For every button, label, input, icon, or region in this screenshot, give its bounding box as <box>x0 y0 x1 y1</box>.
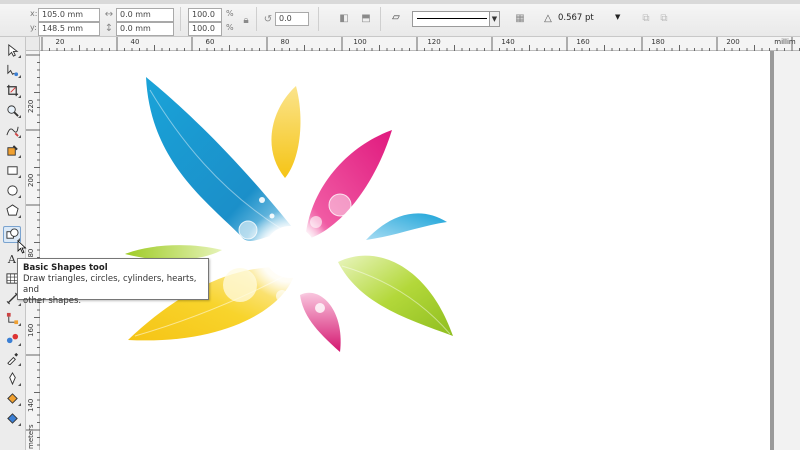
height-icon: ↕ <box>104 23 114 34</box>
ruler-label: 100 <box>353 38 367 46</box>
lock-ratio-icon[interactable]: 🔒︎ <box>240 15 252 27</box>
mirror-horizontal-icon[interactable]: ◧ <box>338 13 350 25</box>
cyan-leaf-small <box>366 213 447 240</box>
smart-fill-icon[interactable] <box>3 142 21 159</box>
mirror-vertical-icon[interactable]: ⬒ <box>360 13 372 25</box>
magenta-leaf-bottom <box>300 292 341 352</box>
rectangle-tool-icon[interactable] <box>3 162 21 179</box>
green-leaf-right <box>338 255 453 336</box>
outline-width-dropdown[interactable]: 0.567 pt ▼ <box>555 11 627 27</box>
x-label: x: <box>30 9 38 18</box>
crop-tool-icon[interactable] <box>3 82 21 99</box>
polygon-tool-icon[interactable] <box>3 202 21 219</box>
x-position-field[interactable]: 105.0 mm <box>38 8 100 22</box>
ruler-label: 200 <box>27 173 35 187</box>
chevron-down-icon[interactable]: ▼ <box>489 12 499 26</box>
horizontal-ruler-ticks <box>41 37 800 51</box>
scale-y-field[interactable]: 100.0 <box>188 22 222 36</box>
mouse-cursor-icon <box>17 240 27 254</box>
property-bar: x: 105.0 mm y: 148.5 mm ↔ 0.0 mm ↕ 0.0 m… <box>0 0 800 37</box>
to-front-icon[interactable]: ⧉ <box>640 13 652 25</box>
ruler-label: 180 <box>651 38 665 46</box>
shape-tool-icon[interactable] <box>3 62 21 79</box>
ruler-label: 120 <box>427 38 441 46</box>
drawing-canvas[interactable] <box>40 51 800 450</box>
outline-width-icon: △ <box>544 13 552 24</box>
line-style-preview <box>417 18 487 19</box>
rotate-icon: ↺ <box>263 14 273 25</box>
interactive-fill-icon[interactable] <box>3 410 21 427</box>
pick-tool-icon[interactable] <box>3 42 21 59</box>
ruler-label: 220 <box>27 99 35 113</box>
width-field[interactable]: 0.0 mm <box>116 8 174 22</box>
chevron-down-icon[interactable]: ▼ <box>615 13 620 21</box>
outline-tool-icon[interactable] <box>3 370 21 387</box>
connector-tool-icon[interactable] <box>3 310 21 327</box>
ruler-unit-label: meters <box>27 424 35 449</box>
ruler-label: 140 <box>27 398 35 412</box>
ruler-label: 20 <box>55 38 65 46</box>
outline-width-value: 0.567 pt <box>558 13 594 23</box>
y-position-field[interactable]: 148.5 mm <box>38 22 100 36</box>
freehand-tool-icon[interactable] <box>3 122 21 139</box>
ruler-label: 60 <box>205 38 215 46</box>
zoom-tool-icon[interactable] <box>3 102 21 119</box>
ruler-label: 140 <box>501 38 515 46</box>
ruler-label: 40 <box>130 38 140 46</box>
separator <box>180 7 181 31</box>
to-back-icon[interactable]: ⧉ <box>658 13 670 25</box>
ruler-unit-label: millim <box>774 38 796 46</box>
line-style-dropdown[interactable]: ▼ <box>412 11 500 27</box>
blend-tool-icon[interactable] <box>3 330 21 347</box>
ellipse-tool-icon[interactable] <box>3 182 21 199</box>
ruler-label: 80 <box>280 38 290 46</box>
yellow-leaf-top <box>271 86 301 178</box>
percent-label-x: % <box>226 9 234 18</box>
coreldraw-window: x: 105.0 mm y: 148.5 mm ↔ 0.0 mm ↕ 0.0 m… <box>0 0 800 450</box>
fill-tool-icon[interactable] <box>3 390 21 407</box>
svg-text:A: A <box>6 253 16 265</box>
scale-x-field[interactable]: 100.0 <box>188 8 222 22</box>
center-highlight <box>264 226 316 278</box>
tooltip-description-line1: Draw triangles, circles, cylinders, hear… <box>23 274 197 295</box>
tooltip-description-line2: other shapes. <box>23 296 82 306</box>
separator <box>318 7 319 31</box>
desktop-area <box>774 51 800 450</box>
width-icon: ↔ <box>104 9 114 20</box>
ruler-label: 160 <box>576 38 590 46</box>
tooltip-title: Basic Shapes tool <box>23 263 108 273</box>
ruler-label: 160 <box>27 323 35 337</box>
ruler-label: 200 <box>726 38 740 46</box>
wrap-text-icon[interactable]: ▦ <box>514 13 526 25</box>
horizontal-ruler[interactable]: 20 40 60 80 100 120 140 160 180 200 mill… <box>40 37 800 51</box>
separator <box>380 7 381 31</box>
tool-tooltip: Basic Shapes tool Draw triangles, circle… <box>17 258 209 306</box>
y-label: y: <box>30 23 37 32</box>
separator <box>256 7 257 31</box>
percent-label-y: % <box>226 23 234 32</box>
rotation-field[interactable]: 0.0 <box>275 12 309 26</box>
vertical-ruler[interactable]: 220 200 180 160 140 meters <box>26 51 40 450</box>
height-field[interactable]: 0.0 mm <box>116 22 174 36</box>
top-strip <box>0 0 800 4</box>
ruler-corner[interactable] <box>26 37 40 51</box>
eyedropper-tool-icon[interactable] <box>3 350 21 367</box>
outline-pen-icon[interactable]: ▱ <box>390 12 402 24</box>
flower-artwork[interactable] <box>40 51 800 450</box>
